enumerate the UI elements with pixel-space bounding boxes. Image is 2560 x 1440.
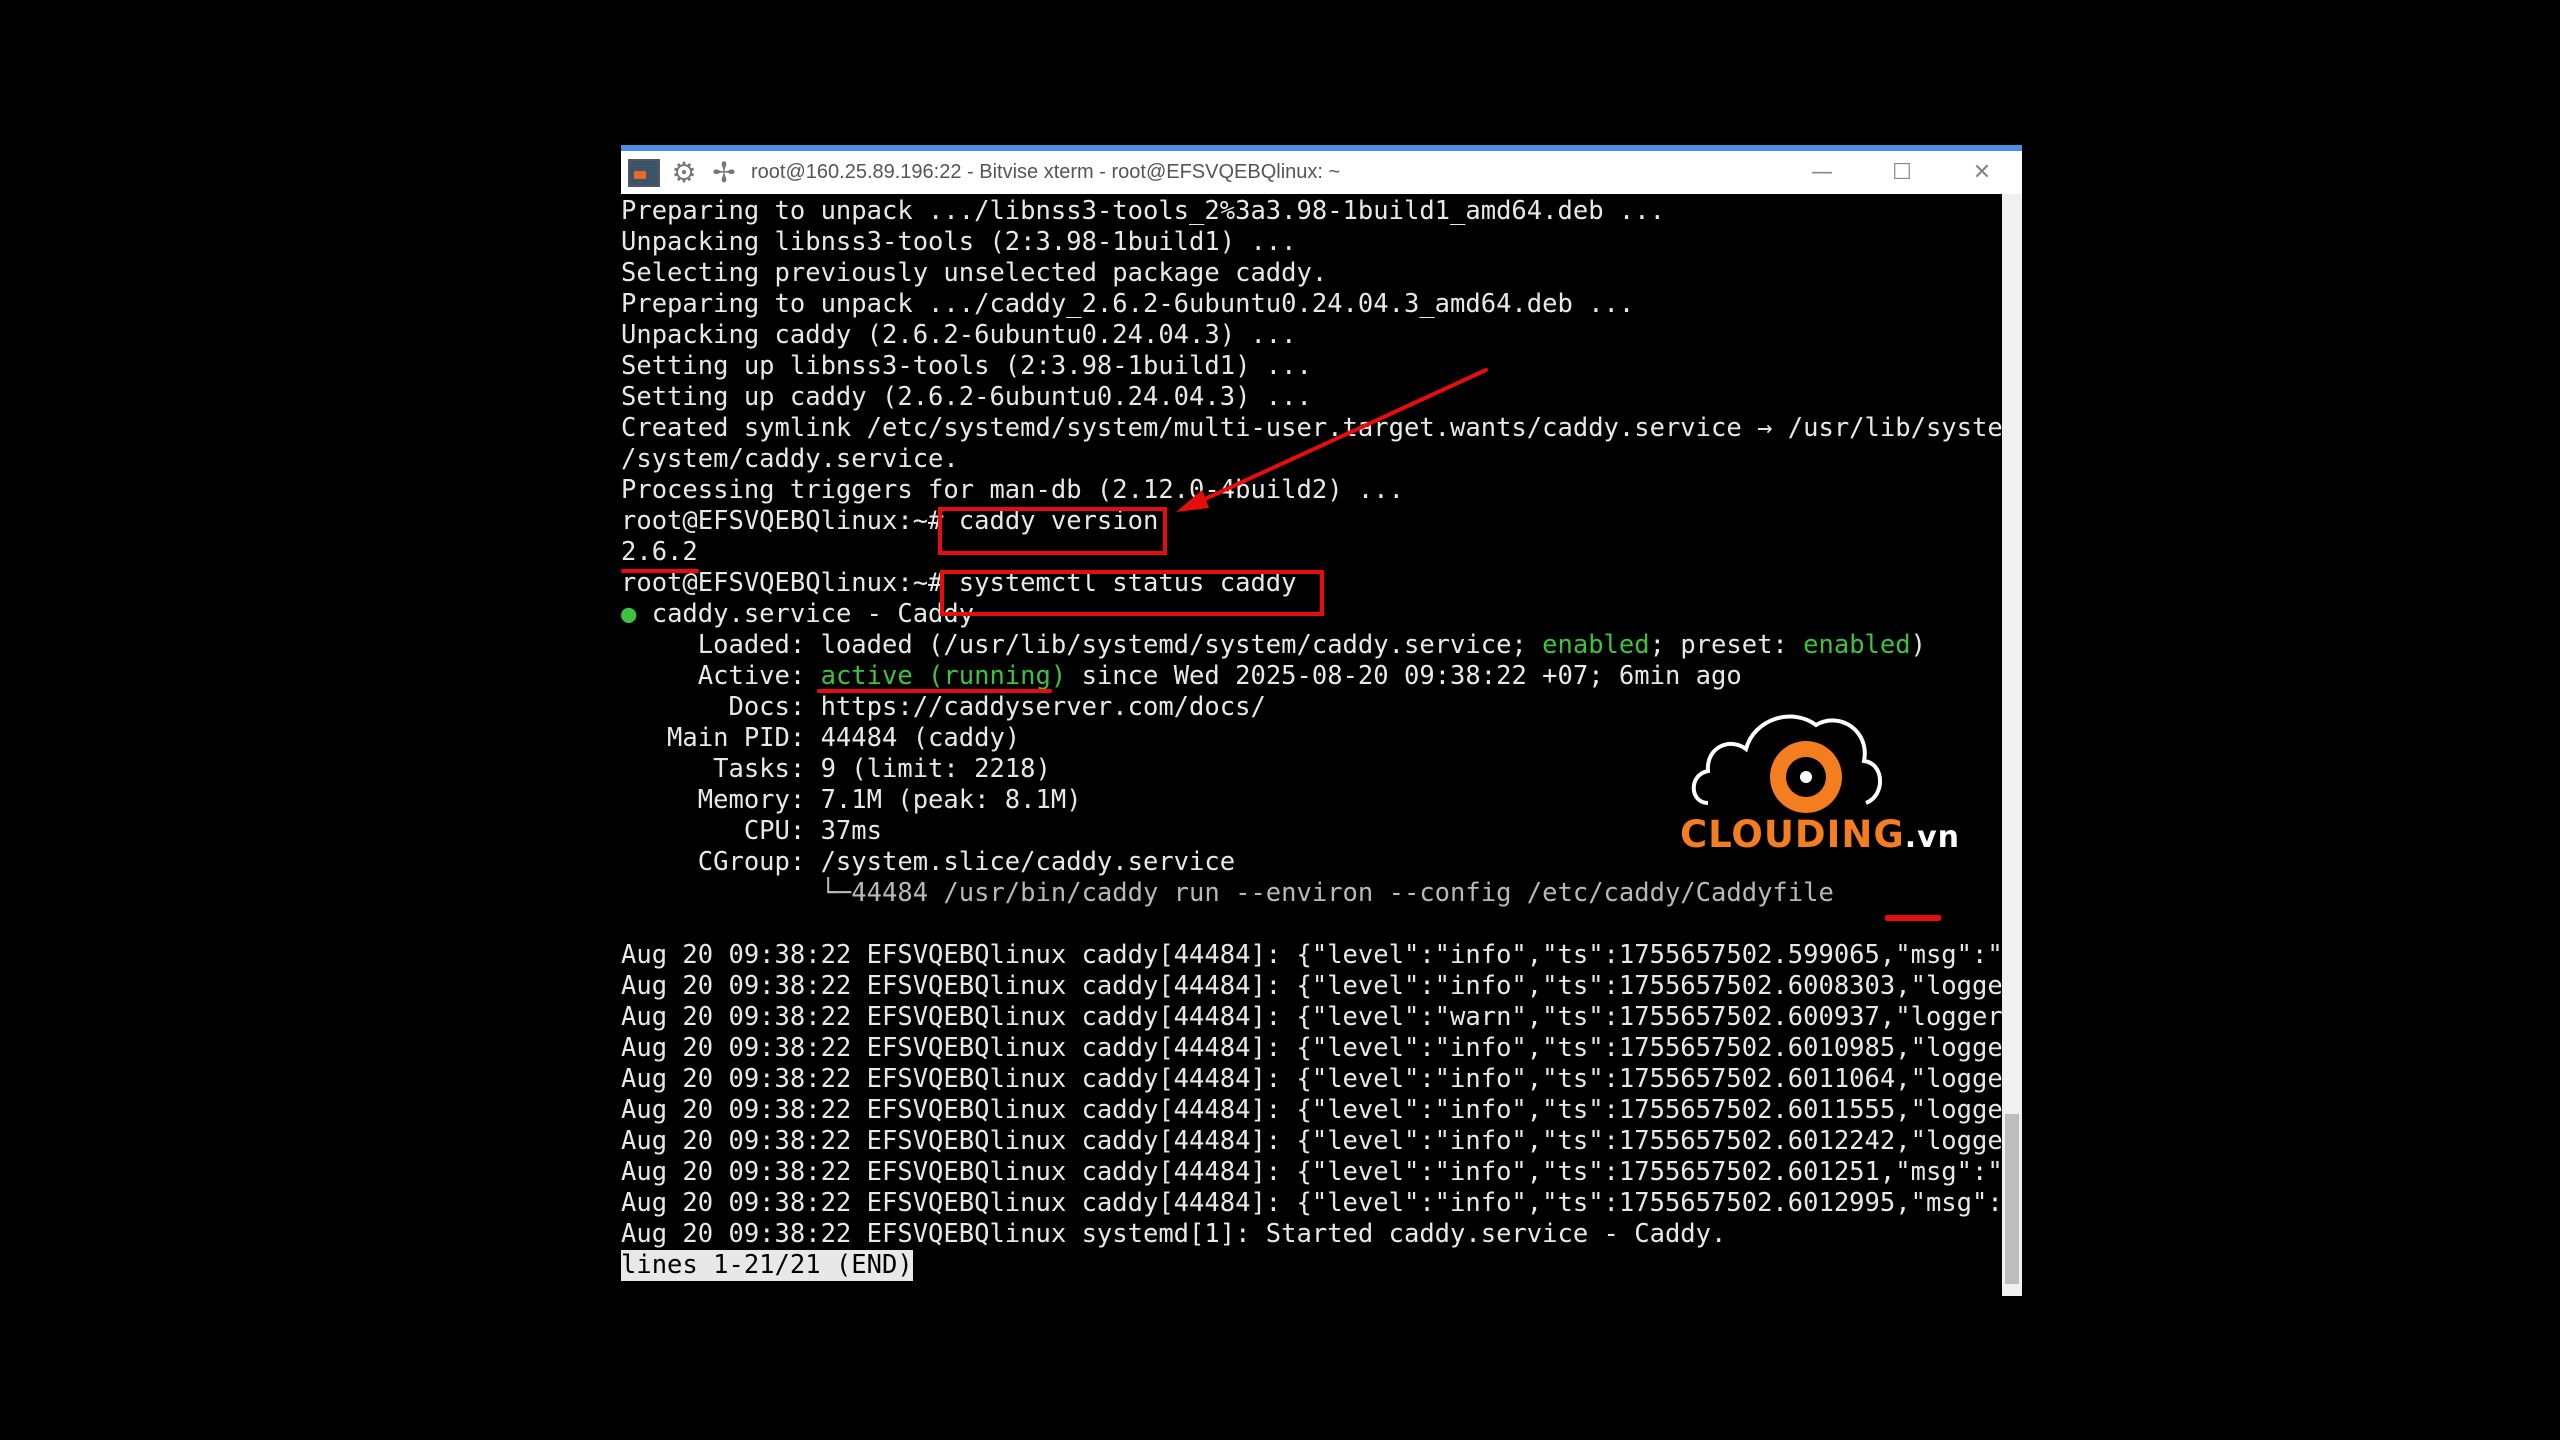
brand-text: CLOUDING [1680, 813, 1905, 856]
annotation-arrow-icon [1176, 368, 1488, 512]
cloud-target-logo-icon [1691, 714, 1882, 813]
brand-name: CLOUDING.vn [1680, 813, 1960, 856]
clouding-logo: CLOUDING.vn [1680, 705, 1959, 865]
brand-tld: .vn [1904, 820, 1961, 855]
